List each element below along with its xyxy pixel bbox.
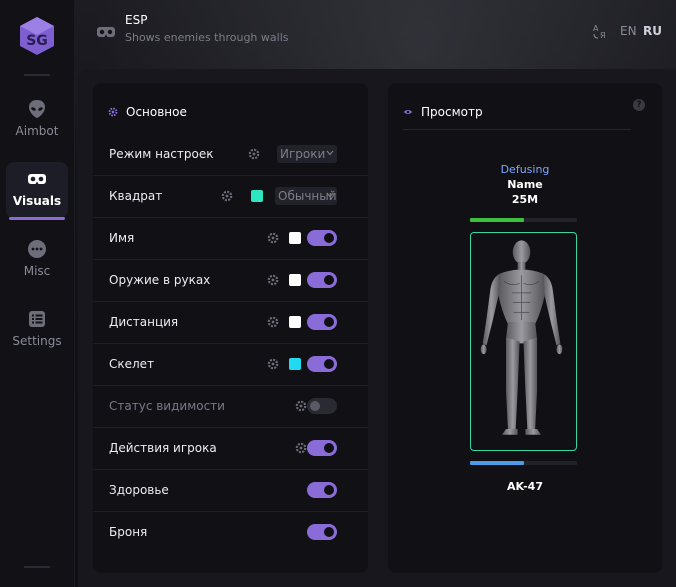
lang-ru-button[interactable]: RU xyxy=(643,24,662,38)
panel-title: Просмотр xyxy=(421,105,483,119)
chevron-down-icon xyxy=(326,150,334,156)
weapon-toggle[interactable] xyxy=(307,272,337,288)
setting-label: Статус видимости xyxy=(109,399,225,413)
sidebar-item-label: Aimbot xyxy=(15,124,59,138)
gear-icon[interactable] xyxy=(267,232,279,244)
sidebar-item-aimbot[interactable]: Aimbot xyxy=(6,92,68,148)
panel-title: Основное xyxy=(126,105,187,119)
setting-row-box: Квадрат Обычный xyxy=(93,175,368,218)
setting-label: Режим настроек xyxy=(109,147,214,161)
color-swatch[interactable] xyxy=(289,358,301,370)
translate-icon[interactable]: A Я xyxy=(592,22,610,40)
setting-label: Квадрат xyxy=(109,189,163,203)
lang-en-button[interactable]: EN xyxy=(620,24,637,38)
actions-toggle[interactable] xyxy=(307,440,337,456)
select-value: Игроки xyxy=(280,147,326,161)
setting-label: Скелет xyxy=(109,357,155,371)
panel-header: Просмотр xyxy=(403,105,483,119)
gear-icon xyxy=(108,107,118,117)
content-area: Основное Режим настроек Игроки Квадрат О… xyxy=(78,69,676,587)
dots-icon xyxy=(28,240,46,258)
sidebar-item-label: Settings xyxy=(12,334,62,348)
color-swatch[interactable] xyxy=(289,316,301,328)
setting-row-distance: Дистанция xyxy=(93,301,368,344)
gear-icon[interactable] xyxy=(267,316,279,328)
distance-toggle[interactable] xyxy=(307,314,337,330)
gear-icon[interactable] xyxy=(267,358,279,370)
armor-toggle[interactable] xyxy=(307,524,337,540)
page-title: ESP xyxy=(125,13,148,27)
panel-header: Основное xyxy=(108,105,187,119)
setting-label: Имя xyxy=(109,231,135,245)
sidebar-item-label: Visuals xyxy=(12,194,62,208)
setting-row-skeleton: Скелет xyxy=(93,343,368,386)
health-bar-fill xyxy=(470,218,524,222)
sidebar-item-settings[interactable]: Settings xyxy=(6,302,68,358)
vr-goggles-icon xyxy=(97,27,115,37)
setting-label: Оружие в руках xyxy=(109,273,211,287)
gear-icon[interactable] xyxy=(221,190,233,202)
gear-icon[interactable] xyxy=(248,148,260,160)
visibility-toggle[interactable] xyxy=(307,398,337,414)
setting-row-name: Имя xyxy=(93,217,368,260)
sidebar-divider xyxy=(24,74,50,76)
setting-row-weapon: Оружие в руках xyxy=(93,259,368,302)
setting-label: Действия игрока xyxy=(109,441,217,455)
gear-icon[interactable] xyxy=(295,442,307,454)
player-box xyxy=(470,232,577,451)
health-bar xyxy=(470,218,577,222)
armor-bar-fill xyxy=(470,461,524,465)
main-settings-panel: Основное Режим настроек Игроки Квадрат О… xyxy=(93,83,368,573)
sidebar-item-visuals[interactable]: Visuals xyxy=(6,162,68,220)
sg-logo-icon: SG xyxy=(20,17,54,55)
preview-status-label: Defusing xyxy=(500,163,550,176)
setting-label: Здоровье xyxy=(109,483,169,497)
sidebar: SG Aimbot Visuals Misc Settings xyxy=(0,0,75,587)
player-model-image xyxy=(480,240,563,435)
color-swatch[interactable] xyxy=(289,232,301,244)
help-icon[interactable]: ? xyxy=(633,99,645,111)
active-indicator xyxy=(9,217,65,220)
page-subtitle: Shows enemies through walls xyxy=(125,31,289,44)
gear-icon[interactable] xyxy=(295,400,307,412)
divider xyxy=(403,129,631,130)
svg-text:Я: Я xyxy=(600,31,606,40)
health-toggle[interactable] xyxy=(307,482,337,498)
name-toggle[interactable] xyxy=(307,230,337,246)
armor-bar xyxy=(470,461,577,465)
preview-distance-label: 25M xyxy=(511,193,539,206)
setting-row-actions: Действия игрока xyxy=(93,427,368,470)
color-swatch[interactable] xyxy=(251,190,263,202)
sidebar-item-misc[interactable]: Misc xyxy=(6,232,68,288)
eye-icon xyxy=(403,109,413,115)
list-icon xyxy=(29,311,45,327)
header: ESP Shows enemies through walls A Я EN R… xyxy=(74,0,676,68)
setting-label: Дистанция xyxy=(109,315,179,329)
sidebar-item-label: Misc xyxy=(23,264,51,278)
mode-select[interactable]: Игроки xyxy=(277,145,337,163)
color-swatch[interactable] xyxy=(289,274,301,286)
svg-text:A: A xyxy=(593,24,599,33)
vr-goggles-icon xyxy=(28,174,46,184)
preview-weapon-label: AK-47 xyxy=(507,480,543,493)
sidebar-divider xyxy=(24,566,50,568)
preview-name-label: Name xyxy=(507,178,543,191)
svg-text:SG: SG xyxy=(26,33,48,49)
box-style-select[interactable]: Обычный xyxy=(275,187,337,205)
setting-row-health: Здоровье xyxy=(93,469,368,512)
preview-panel: Просмотр ? Defusing Name 25M AK-47 xyxy=(388,83,662,573)
setting-label: Броня xyxy=(109,525,148,539)
setting-row-mode: Режим настроек Игроки xyxy=(93,133,368,176)
setting-row-armor: Броня xyxy=(93,511,368,553)
chevron-down-icon xyxy=(326,192,334,198)
gear-icon[interactable] xyxy=(267,274,279,286)
setting-row-visibility: Статус видимости xyxy=(93,385,368,428)
alien-icon xyxy=(29,100,45,118)
skeleton-toggle[interactable] xyxy=(307,356,337,372)
